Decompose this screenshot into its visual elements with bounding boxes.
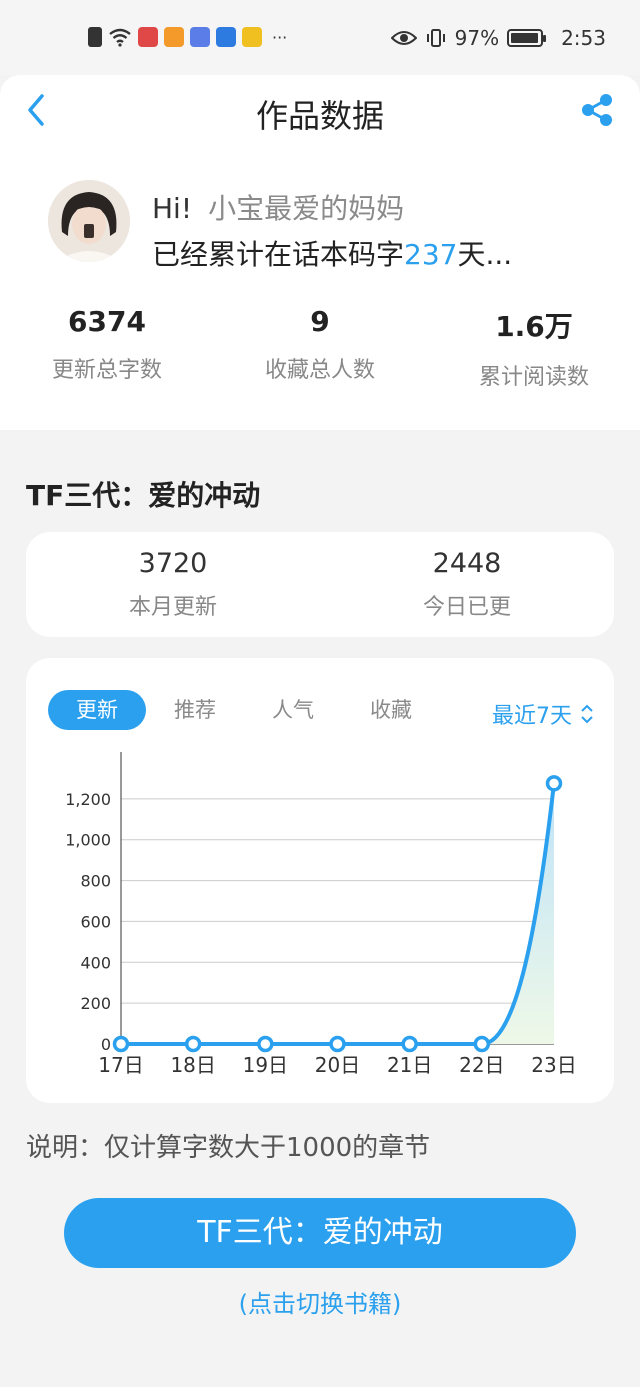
data-point [473, 1035, 491, 1053]
tab-recommend[interactable]: 推荐 [146, 690, 244, 730]
user-name: 小宝最爱的妈妈 [208, 192, 405, 225]
more-notifications: ··· [272, 27, 288, 47]
sort-chevrons-icon [581, 704, 593, 724]
range-selector[interactable]: 最近7天 [492, 698, 594, 730]
series-line [121, 783, 556, 1046]
today-update: 2448 今日已更 [320, 548, 614, 621]
tab-favorites[interactable]: 收藏 [342, 690, 440, 730]
update-value: 3720 [138, 548, 208, 579]
book-select-button[interactable]: TF三代：爱的冲动 [64, 1198, 576, 1268]
update-chart: 0 200 400 600 800 1,000 1,200 17日 18日 19日 20日 21日 22… [65, 752, 577, 1077]
days-prefix: 已经累计在话本码字 [152, 238, 405, 271]
x-tick-label: 21日 [387, 1053, 432, 1077]
video-app-icon [164, 27, 184, 47]
book-title: TF三代：爱的冲动 [26, 479, 261, 512]
battery-icon [507, 29, 547, 47]
days-value: 237 [404, 238, 458, 271]
update-value: 2448 [432, 548, 502, 579]
days-suffix: 天... [457, 238, 513, 271]
switch-book-link[interactable]: (点击切换书籍) [0, 1284, 640, 1319]
weibo-app-icon [242, 27, 262, 47]
notification-icons: ··· [88, 24, 287, 50]
stat-total-reads: 1.6万 累计阅读数 [427, 305, 640, 391]
x-tick-label: 23日 [531, 1053, 576, 1077]
alert-icon [88, 27, 102, 47]
data-point [329, 1035, 346, 1053]
tab-update[interactable]: 更新 [48, 690, 146, 730]
data-point [401, 1035, 418, 1053]
data-point [545, 775, 563, 792]
data-point [257, 1035, 274, 1053]
data-point [112, 1035, 130, 1053]
tab-popularity[interactable]: 人气 [244, 690, 342, 730]
status-bar: ··· 97% 2:53 [0, 0, 640, 75]
stat-total-favorites: 9 收藏总人数 [213, 305, 427, 384]
x-tick-label: 20日 [315, 1053, 360, 1077]
system-indicators: 97% 2:53 [390, 24, 606, 52]
update-label: 本月更新 [128, 595, 217, 620]
stat-label: 收藏总人数 [264, 358, 375, 383]
range-label: 最近7天 [492, 704, 572, 729]
avatar[interactable] [48, 180, 130, 262]
eye-icon [390, 31, 417, 45]
x-tick-label: 18日 [170, 1053, 215, 1077]
x-tick-label: 17日 [98, 1053, 143, 1077]
nav-bar: 作品数据 [0, 75, 640, 145]
idea-app-icon [216, 27, 236, 47]
page-title: 作品数据 [255, 97, 384, 135]
profile-section: Hi! 小宝最爱的妈妈 已经累计在话本码字237天... 6374 更新总字数 9… [0, 145, 640, 430]
stat-value: 9 [310, 305, 330, 338]
data-point [184, 1035, 202, 1053]
stat-value: 1.6万 [495, 310, 573, 343]
y-tick-label: 1,000 [65, 831, 111, 850]
metric-tabs: 更新 推荐 人气 收藏 [48, 690, 440, 730]
y-tick-label: 200 [80, 994, 111, 1013]
y-tick-label: 600 [80, 912, 111, 931]
stat-value: 6374 [68, 305, 146, 338]
clock: 2:53 [561, 26, 606, 50]
greeting-line: Hi! 小宝最爱的妈妈 [152, 187, 404, 227]
greeting: Hi! [152, 192, 193, 225]
update-summary-card: 3720 本月更新 2448 今日已更 [26, 532, 614, 637]
writing-days-line: 已经累计在话本码字237天... [152, 233, 512, 273]
stat-label: 更新总字数 [51, 358, 162, 383]
y-tick-label: 1,200 [65, 790, 111, 809]
music-app-icon [190, 27, 210, 47]
monthly-update: 3720 本月更新 [26, 548, 320, 621]
vibrate-icon [426, 29, 445, 47]
wifi-icon [109, 28, 131, 47]
x-tick-label: 22日 [459, 1053, 504, 1077]
stat-label: 累计阅读数 [478, 365, 589, 390]
battery-fill [511, 33, 539, 43]
y-tick-label: 800 [80, 872, 111, 891]
update-label: 今日已更 [422, 595, 511, 620]
battery-percent: 97% [454, 26, 500, 50]
avatar-image [48, 180, 130, 262]
book-app-icon [138, 27, 158, 47]
note-text: 说明：仅计算字数大于1000的章节 [26, 1133, 431, 1163]
share-icon[interactable] [580, 93, 614, 127]
stat-total-words: 6374 更新总字数 [0, 305, 214, 384]
chart-card: 更新 推荐 人气 收藏 最近7天 0 200 400 600 800 1,000 1,200… [26, 658, 614, 1103]
series-area [121, 783, 554, 1044]
x-tick-label: 19日 [243, 1053, 288, 1077]
y-tick-label: 400 [80, 953, 111, 972]
y-tick-label: 0 [101, 1035, 111, 1054]
